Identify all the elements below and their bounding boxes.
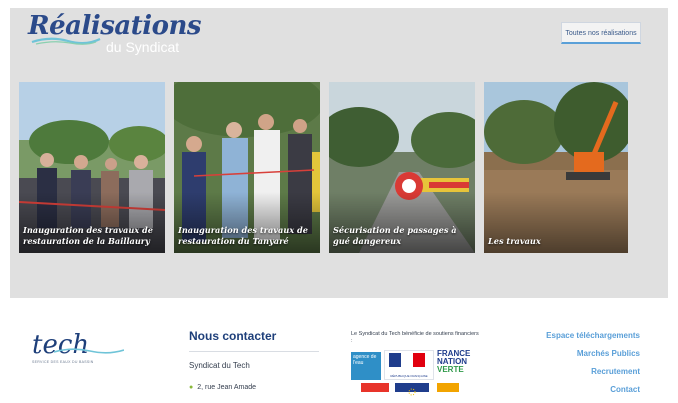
region-logo[interactable] [361,383,389,392]
agence-de-leau-logo[interactable]: agence de l'eau [351,352,381,380]
contact-address: ● 2, rue Jean Amade [189,384,256,391]
divider [189,351,319,352]
logo-wave-icon [54,348,124,354]
card-photo-works [484,82,628,253]
marianne-icon [389,353,425,367]
france-nation-verte-logo[interactable]: FRANCE NATION VERTE [437,350,479,380]
republique-francaise-logo[interactable]: RÉPUBLIQUE FRANÇAISE [384,350,434,380]
footer-links: Espace téléchargements Marchés Publics R… [546,331,640,403]
all-realisations-button[interactable]: Toutes nos réalisations [561,22,641,44]
realisation-card-travaux[interactable]: Les travaux [484,82,628,253]
tech-logo-text: tech [32,330,90,360]
address-text: 2, rue Jean Amade [197,384,256,391]
republique-logo-text: RÉPUBLIQUE FRANÇAISE [390,374,428,378]
contact-org-name: Syndicat du Tech [189,361,250,370]
realisation-card-tanyare[interactable]: Inauguration des travaux de restauration… [174,82,320,253]
funders-text: Le Syndicat du Tech bénéficie de soutien… [351,331,479,344]
fnv-line-3: VERTE [437,365,464,374]
card-caption: Inauguration des travaux de restauration… [23,225,153,246]
downloads-link[interactable]: Espace téléchargements [546,331,640,340]
section-subtitle: du Syndicat [106,39,180,55]
realisation-card-baillaury[interactable]: Inauguration des travaux de restauration… [19,82,165,253]
section-title: Réalisations du Syndicat [28,11,202,55]
department-logo[interactable] [437,383,459,392]
title-swoosh-icon [31,37,101,45]
europe-flag-icon[interactable] [395,383,429,396]
recruitment-link[interactable]: Recrutement [546,367,640,376]
tech-logo-tagline: SERVICE DES EAUX DU BASSIN [32,360,94,364]
card-caption: Les travaux [488,236,541,246]
realisation-card-passages[interactable]: Sécurisation de passages à gué dangereux [329,82,475,253]
location-pin-icon: ● [189,384,194,391]
tech-logo[interactable]: tech SERVICE DES EAUX DU BASSIN [32,330,124,364]
agence-logo-text: agence de l'eau [353,354,377,366]
contact-heading: Nous contacter [189,329,277,343]
public-markets-link[interactable]: Marchés Publics [546,349,640,358]
contact-link[interactable]: Contact [546,385,640,394]
card-caption: Sécurisation de passages à gué dangereux [333,225,457,246]
card-caption: Inauguration des travaux de restauration… [178,225,308,246]
